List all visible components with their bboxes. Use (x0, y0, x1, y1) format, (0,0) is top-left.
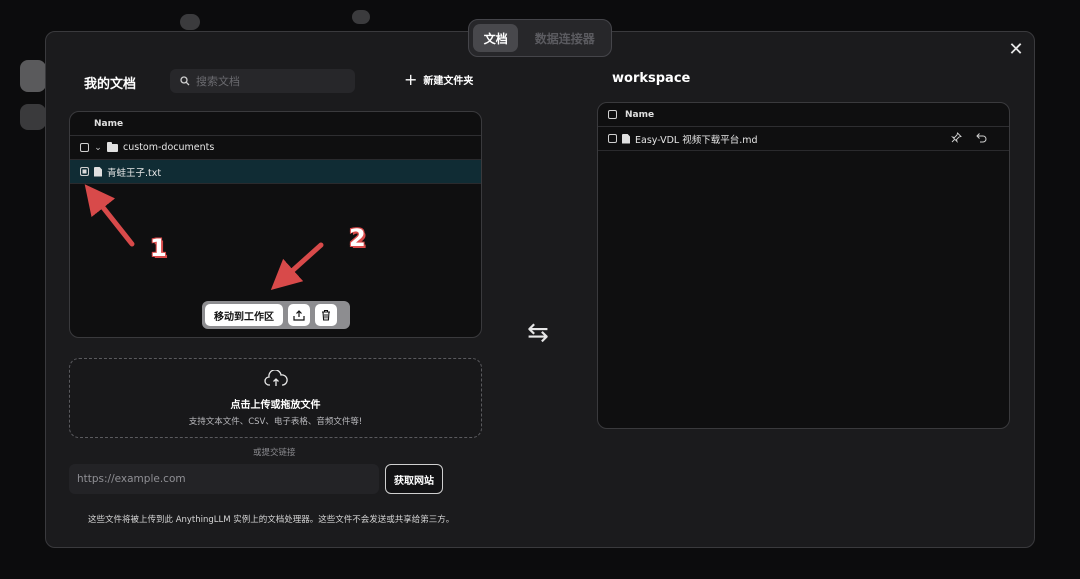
new-folder-button[interactable]: + 新建文件夹 (404, 69, 474, 89)
table-header: Name (70, 112, 481, 136)
folder-row[interactable]: ⌄ custom-documents (70, 136, 481, 160)
select-all-checkbox[interactable] (608, 110, 617, 119)
upload-tray-icon[interactable] (288, 304, 310, 326)
close-icon[interactable]: ✕ (1007, 41, 1025, 59)
upload-title: 点击上传或拖放文件 (230, 399, 321, 411)
privacy-footer-note: 这些文件将被上传到此 AnythingLLM 实例上的文档处理器。这些文件不会发… (88, 515, 455, 525)
top-tab-switcher: 文档 数据连接器 (468, 19, 612, 57)
cloud-upload-icon (263, 368, 288, 392)
search-input[interactable] (196, 74, 336, 88)
fetch-website-button[interactable]: 获取网站 (385, 464, 443, 494)
workspace-title: workspace (612, 71, 691, 86)
new-folder-label: 新建文件夹 (423, 76, 474, 87)
folder-icon (107, 141, 118, 152)
background-app-element (180, 14, 200, 30)
background-app-element (20, 104, 46, 130)
plus-icon: + (404, 69, 418, 89)
row-checkbox[interactable] (608, 134, 617, 143)
annotation-label-1: 1 (150, 234, 167, 262)
column-header-name: Name (94, 118, 124, 129)
file-icon (94, 166, 102, 177)
pin-icon[interactable] (951, 131, 962, 146)
row-checkbox[interactable] (80, 167, 89, 176)
or-submit-link-label: 或提交链接 (253, 448, 296, 458)
chevron-down-icon[interactable]: ⌄ (94, 143, 102, 153)
file-name: Easy-VDL 视频下载平台.md (635, 134, 758, 146)
url-input[interactable] (69, 464, 379, 494)
trash-icon[interactable] (315, 304, 337, 326)
annotation-label-2: 2 (349, 224, 366, 252)
column-header-name: Name (625, 109, 655, 120)
table-header: Name (598, 103, 1009, 127)
row-checkbox[interactable] (80, 143, 89, 152)
row-actions (951, 131, 987, 146)
background-app-element (352, 10, 370, 24)
document-search-box[interactable] (170, 69, 355, 93)
file-row[interactable]: 青蛙王子.txt (70, 160, 481, 184)
move-to-workspace-button[interactable]: 移动到工作区 (205, 304, 283, 326)
tab-data-connectors[interactable]: 数据连接器 (522, 24, 607, 52)
my-documents-title: 我的文档 (84, 77, 137, 92)
search-icon (180, 76, 190, 86)
workspace-table: Name Easy-VDL 视频下载平台.md (597, 102, 1010, 429)
file-icon (622, 133, 630, 144)
file-name: 青蛙王子.txt (107, 167, 162, 179)
selection-action-bar: 移动到工作区 (202, 301, 350, 329)
workspace-file-row[interactable]: Easy-VDL 视频下载平台.md (598, 127, 1009, 151)
tab-documents[interactable]: 文档 (473, 24, 519, 52)
background-app-element (20, 60, 46, 92)
swap-arrows-icon: ⇆ (527, 318, 549, 348)
upload-subtitle: 支持文本文件、CSV、电子表格、音频文件等! (188, 416, 363, 427)
remove-return-icon[interactable] (976, 132, 987, 146)
file-upload-dropzone[interactable]: 点击上传或拖放文件 支持文本文件、CSV、电子表格、音频文件等! (69, 358, 482, 438)
folder-name: custom-documents (123, 142, 215, 153)
